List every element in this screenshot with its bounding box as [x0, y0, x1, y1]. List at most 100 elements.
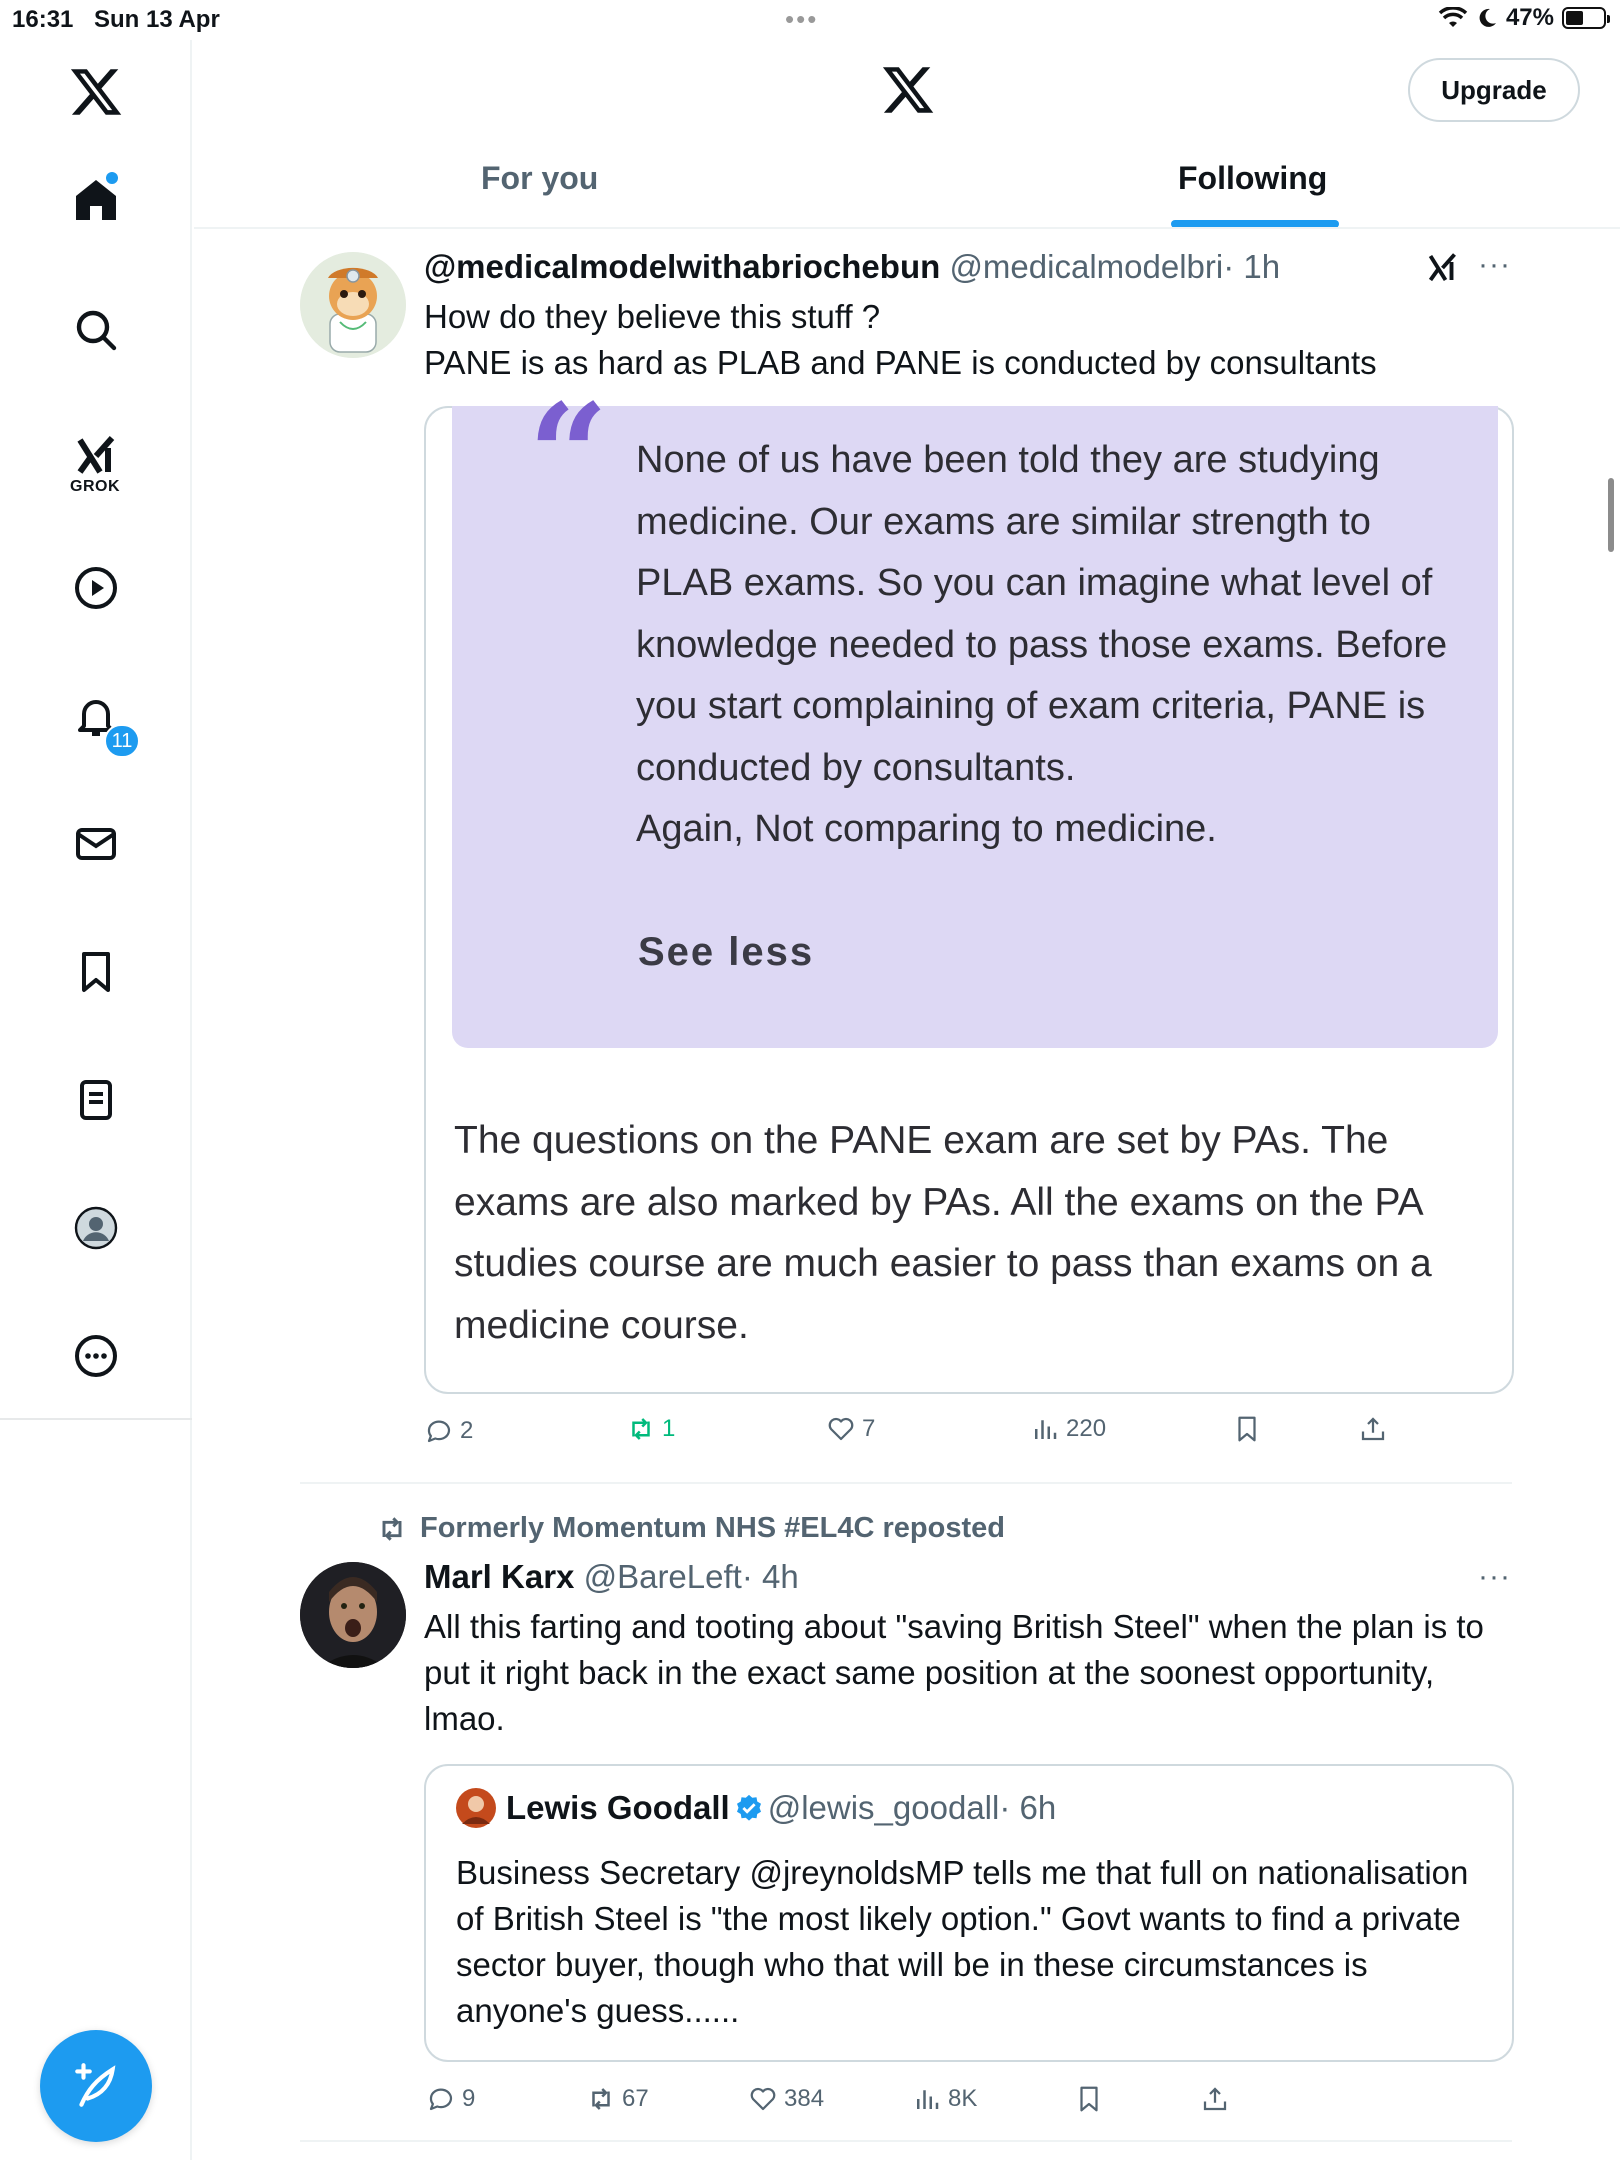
- more-options-icon[interactable]: ···: [1478, 248, 1511, 282]
- notifications-badge: 11: [104, 724, 140, 758]
- x-logo-icon[interactable]: [68, 64, 124, 120]
- bookmark-icon: [1238, 1416, 1256, 1442]
- repost-button[interactable]: 1: [626, 1414, 675, 1444]
- heart-icon: [750, 2087, 776, 2111]
- grok-icon: [77, 436, 115, 474]
- grok-label: GROK: [70, 478, 120, 495]
- tweet-text: How do they believe this stuff ? PANE is…: [424, 294, 1377, 386]
- view-count: 8K: [948, 2085, 978, 2112]
- repost-icon: [632, 1418, 650, 1440]
- like-count: 7: [862, 1415, 876, 1442]
- bookmarks-nav[interactable]: [56, 932, 136, 1012]
- quoted-author-name[interactable]: Lewis Goodall: [506, 1789, 730, 1827]
- lists-icon: [80, 1080, 112, 1120]
- reply-count: 2: [460, 1417, 474, 1444]
- tweet-time[interactable]: · 1h: [1223, 248, 1280, 285]
- reply-count: 9: [462, 2085, 476, 2112]
- repost-count: 1: [662, 1415, 676, 1442]
- lists-nav[interactable]: [56, 1060, 136, 1140]
- reply-icon: [427, 1420, 451, 1443]
- verified-badge-icon: [736, 1794, 761, 1821]
- quote-text: None of us have been told they are study…: [636, 430, 1466, 861]
- search-nav[interactable]: [56, 290, 136, 370]
- views-button[interactable]: 220: [1030, 1414, 1106, 1444]
- author-name[interactable]: Marl Karx: [424, 1558, 574, 1595]
- see-less-link[interactable]: See less: [638, 930, 814, 975]
- repost-button[interactable]: 67: [586, 2084, 649, 2114]
- compose-button[interactable]: [40, 2030, 152, 2142]
- x-header-logo-icon: [882, 67, 934, 113]
- tweet-header: @medicalmodelwithabriochebun @medicalmod…: [424, 248, 1280, 286]
- quotation-mark-icon: “: [528, 374, 609, 538]
- reposted-by-text: Formerly Momentum NHS #EL4C reposted: [420, 1512, 1005, 1544]
- share-button[interactable]: [1200, 2084, 1230, 2114]
- mail-icon: [76, 828, 116, 860]
- bookmark-icon: [82, 952, 110, 992]
- bookmark-icon: [1080, 2086, 1098, 2112]
- status-bar: 16:31 Sun 13 Apr ••• 47%: [0, 0, 1620, 40]
- tweet-divider: [300, 2140, 1512, 2142]
- battery-level: [1566, 11, 1583, 25]
- quoted-tweet-card[interactable]: Lewis Goodall @lewis_goodall · 6h Busines…: [424, 1764, 1514, 2062]
- tweet-header: Marl Karx @BareLeft· 4h: [424, 1558, 799, 1596]
- repost-icon: [382, 1516, 402, 1541]
- views-bar-chart-icon: [917, 2090, 939, 2109]
- reply-button[interactable]: 9: [426, 2084, 475, 2114]
- hamster-doctor-avatar-icon: [300, 252, 406, 358]
- upgrade-button[interactable]: Upgrade: [1408, 58, 1580, 122]
- header-divider: [194, 227, 1620, 229]
- author-handle[interactable]: @BareLeft: [584, 1558, 742, 1595]
- multitasking-dots-icon[interactable]: •••: [785, 4, 818, 35]
- grok-explain-icon[interactable]: [1426, 250, 1462, 286]
- play-circle-icon: [75, 567, 117, 609]
- quoted-tweet-header: Lewis Goodall @lewis_goodall · 6h: [456, 1788, 1056, 1828]
- views-bar-chart-icon: [1035, 1420, 1057, 1439]
- sidebar-divider: [0, 1418, 192, 1420]
- share-icon: [1203, 2087, 1227, 2111]
- tweet-text: All this farting and tooting about "savi…: [424, 1608, 1484, 1737]
- quoted-author-handle[interactable]: @lewis_goodall: [768, 1789, 1000, 1827]
- more-options-icon[interactable]: ···: [1478, 1560, 1511, 1594]
- quote-paragraph: None of us have been told they are study…: [636, 439, 1448, 789]
- more-nav[interactable]: [56, 1316, 136, 1396]
- repost-icon: [592, 2088, 610, 2110]
- tab-for-you[interactable]: For you: [481, 160, 598, 197]
- avatar[interactable]: [300, 1562, 406, 1668]
- unread-dot: [106, 172, 118, 184]
- quoted-tweet-time[interactable]: · 6h: [999, 1789, 1056, 1827]
- like-button[interactable]: 7: [826, 1414, 875, 1444]
- tweet-divider: [300, 1482, 1512, 1484]
- quoted-tweet-text: Business Secretary @jreynoldsMP tells me…: [456, 1854, 1469, 2029]
- views-button[interactable]: 8K: [912, 2084, 977, 2114]
- tweet-text-line: How do they believe this stuff ?: [424, 298, 881, 335]
- profile-icon: [74, 1206, 118, 1250]
- avatar[interactable]: [300, 252, 406, 358]
- reply-button[interactable]: 2: [424, 1416, 473, 1446]
- bookmark-button[interactable]: [1074, 2084, 1104, 2114]
- repost-count: 67: [622, 2085, 649, 2112]
- home-nav[interactable]: [56, 160, 136, 240]
- media-body-text: The questions on the PANE exam are set b…: [454, 1119, 1432, 1347]
- profile-nav[interactable]: [56, 1188, 136, 1268]
- status-time: 16:31: [12, 6, 74, 33]
- compose-feather-icon: [75, 2063, 116, 2107]
- quote-paragraph: Again, Not comparing to medicine.: [636, 808, 1217, 850]
- quoted-author-avatar-icon[interactable]: [456, 1788, 496, 1828]
- repost-context[interactable]: Formerly Momentum NHS #EL4C reposted: [376, 1512, 1005, 1545]
- like-count: 384: [784, 2085, 825, 2112]
- like-button[interactable]: 384: [748, 2084, 824, 2114]
- view-count: 220: [1066, 1415, 1107, 1442]
- tweet-time[interactable]: · 4h: [742, 1558, 799, 1595]
- bookmark-button[interactable]: [1232, 1414, 1262, 1444]
- battery-percent: 47%: [1505, 4, 1554, 31]
- author-name[interactable]: @medicalmodelwithabriochebun: [424, 248, 940, 285]
- video-nav[interactable]: [56, 548, 136, 628]
- tab-following[interactable]: Following: [1178, 160, 1327, 197]
- search-icon: [76, 310, 117, 351]
- scrollbar[interactable]: [1608, 478, 1614, 552]
- moon-icon: [1479, 8, 1496, 27]
- messages-nav[interactable]: [56, 804, 136, 884]
- battery-icon: [1562, 7, 1610, 29]
- author-handle[interactable]: @medicalmodelbri: [949, 248, 1223, 285]
- share-button[interactable]: [1358, 1414, 1388, 1444]
